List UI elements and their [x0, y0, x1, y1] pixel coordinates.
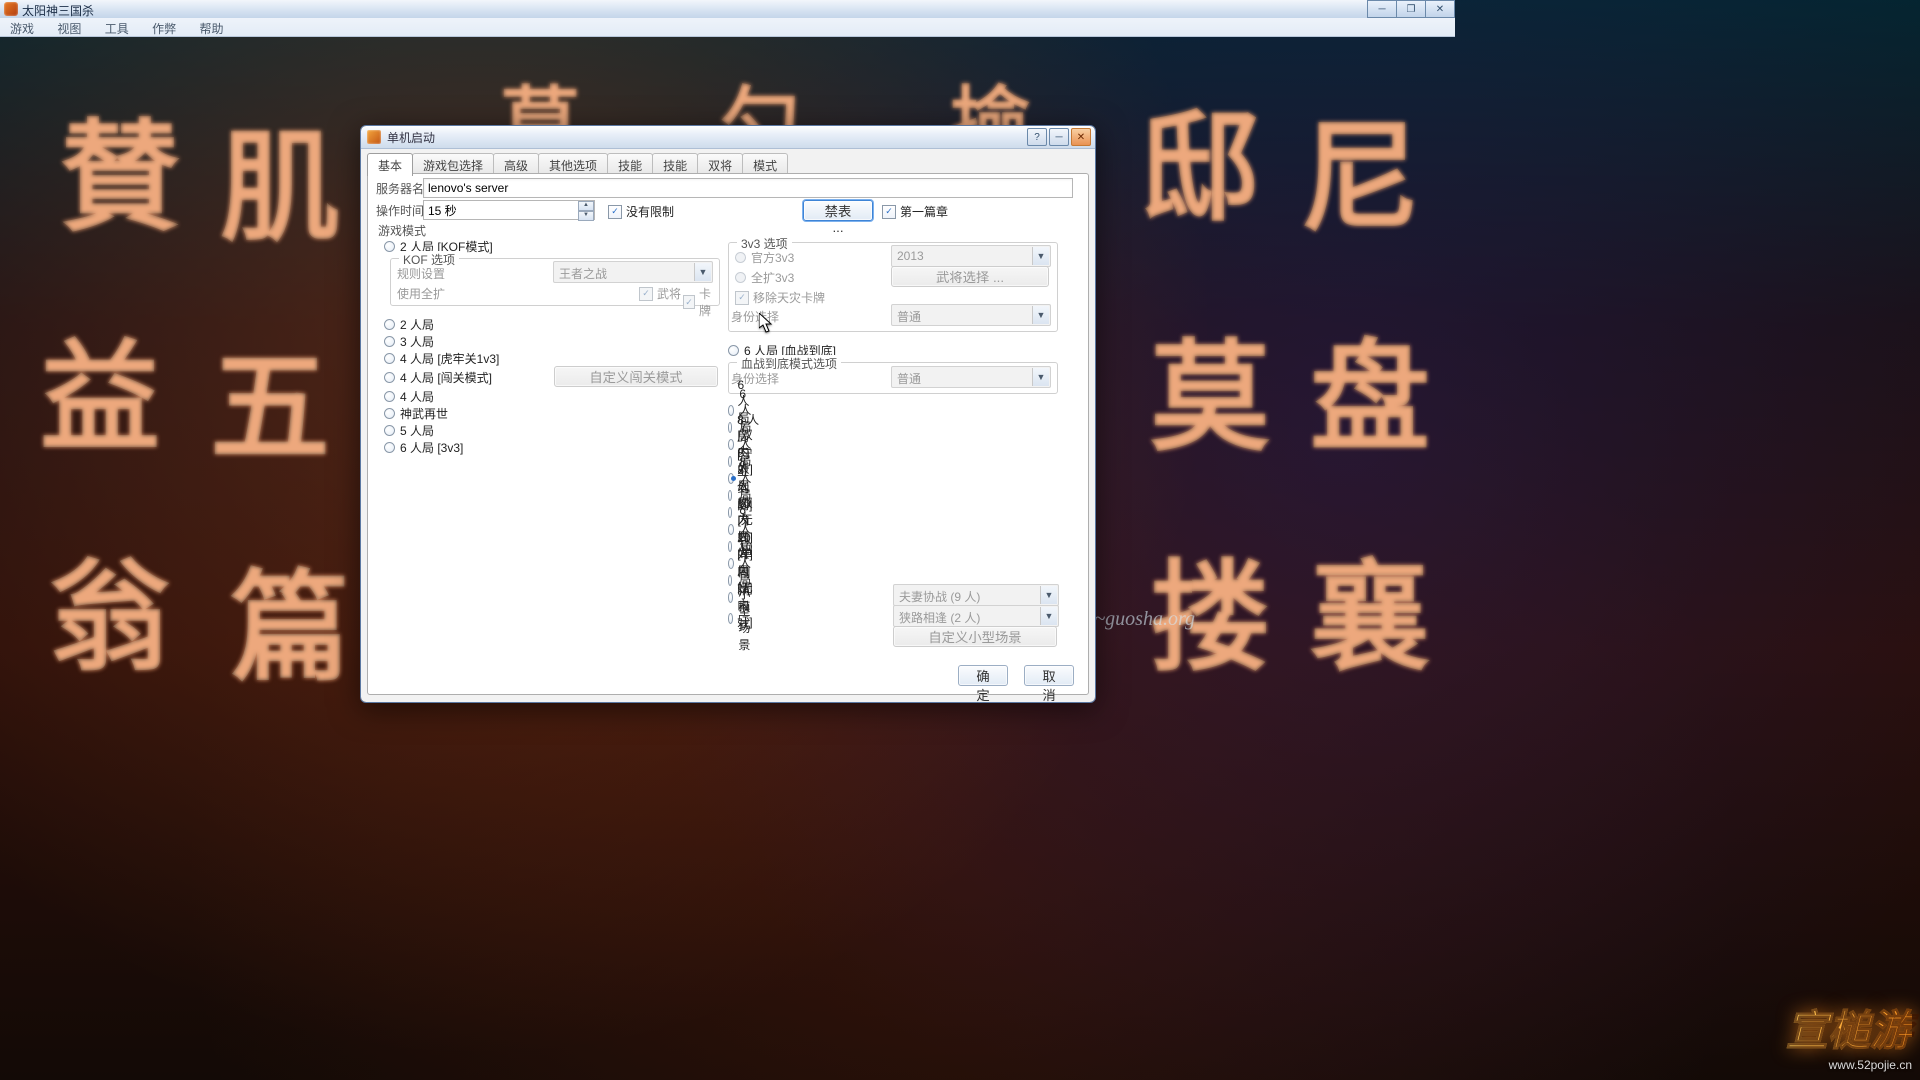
- close-icon: ✕: [1077, 132, 1085, 143]
- dialog-icon: [367, 130, 381, 144]
- menu-help[interactable]: 帮助: [189, 18, 233, 36]
- mode-5p[interactable]: 5 人局: [384, 422, 434, 439]
- drama-select: 夫妻协战 (9 人)▼: [893, 584, 1059, 606]
- mode-4p-hlg[interactable]: 4 人局 [虎牢关1v3]: [384, 350, 499, 367]
- menu-tools[interactable]: 工具: [95, 18, 139, 36]
- tab-skill2[interactable]: 技能: [652, 153, 698, 174]
- server-name-label: 服务器名: [376, 180, 424, 197]
- chevron-down-icon[interactable]: ▼: [578, 211, 594, 221]
- chevron-down-icon: ▼: [1040, 607, 1057, 625]
- app-restore-button[interactable]: ❐: [1397, 0, 1426, 18]
- mode-4p[interactable]: 4 人局: [384, 388, 434, 405]
- mode-6p-3v3[interactable]: 6 人局 [3v3]: [384, 439, 463, 456]
- dialog-tabbar: 基本 游戏包选择 高级 其他选项 技能 技能 双将 模式: [367, 153, 1089, 173]
- background-url-text: ~guosha.org: [1094, 608, 1195, 631]
- dialog-help-button[interactable]: ?: [1027, 128, 1047, 146]
- help-icon: ?: [1034, 132, 1040, 143]
- tab-basic[interactable]: 基本: [367, 153, 413, 176]
- kof-wujiang-checkbox: ✓武将: [639, 285, 681, 302]
- dialog-title: 单机启动: [387, 129, 435, 146]
- chevron-up-icon[interactable]: ▲: [578, 201, 594, 211]
- chevron-down-icon: ▼: [1032, 247, 1049, 265]
- bloodfight-groupbox: 血战到底模式选项 身份选择 普通▼: [728, 362, 1058, 394]
- threev3-role-label: 身份选择: [731, 308, 779, 325]
- ban-list-button[interactable]: 禁表 ...: [803, 200, 873, 221]
- mode-radio-12[interactable]: 小型场景: [728, 610, 756, 627]
- threev3-allext: 全扩3v3: [735, 269, 794, 286]
- no-limit-label: 没有限制: [626, 203, 674, 220]
- app-close-button[interactable]: ✕: [1426, 0, 1455, 18]
- dialog-titlebar[interactable]: 单机启动 ? ─ ✕: [361, 126, 1095, 149]
- minimize-icon: ─: [1378, 4, 1385, 15]
- threev3-role-select: 普通▼: [891, 304, 1051, 326]
- kof-groupbox: KOF 选项 规则设置 王者之战▼ 使用全扩 ✓武将 ✓卡牌: [390, 258, 720, 306]
- kof-rule-value: 王者之战: [554, 262, 712, 282]
- checkmark-icon: ✓: [882, 205, 896, 219]
- threev3-groupbox: 3v3 选项 官方3v3 2013▼ 全扩3v3 武将选择 ... ✓移除天灾卡…: [728, 242, 1058, 332]
- app-titlebar: 太阳神三国杀 ─ ❐ ✕: [0, 0, 1455, 19]
- tab-packs[interactable]: 游戏包选择: [412, 153, 494, 174]
- tab-misc[interactable]: 其他选项: [538, 153, 608, 174]
- dialog-min-button[interactable]: ─: [1049, 128, 1069, 146]
- game-mode-header: 游戏模式: [378, 222, 426, 239]
- server-name-input[interactable]: [423, 178, 1073, 198]
- kof-rule-select: 王者之战▼: [553, 261, 713, 283]
- app-menubar: 游戏 视图 工具 作弊 帮助: [0, 18, 1455, 37]
- mode-4p-stage[interactable]: 4 人局 [闯关模式]: [384, 369, 492, 386]
- menu-game[interactable]: 游戏: [0, 18, 44, 36]
- tab-pair[interactable]: 双将: [697, 153, 743, 174]
- tab-advanced[interactable]: 高级: [493, 153, 539, 174]
- bloodfight-role-select: 普通▼: [891, 366, 1051, 388]
- chapter1-checkbox[interactable]: ✓ 第一篇章: [882, 203, 948, 220]
- dialog-close-button[interactable]: ✕: [1071, 128, 1091, 146]
- single-player-dialog: 单机启动 ? ─ ✕ 基本 游戏包选择 高级 其他选项 技能 技能 双将 模式: [360, 125, 1096, 703]
- app-min-button[interactable]: ─: [1367, 0, 1397, 18]
- kof-rule-label: 规则设置: [397, 265, 445, 282]
- minimize-icon: ─: [1055, 132, 1062, 143]
- menu-cheat[interactable]: 作弊: [142, 18, 186, 36]
- checkmark-icon: ✓: [608, 205, 622, 219]
- mode-3p[interactable]: 3 人局: [384, 333, 434, 350]
- chevron-down-icon: ▼: [694, 263, 711, 281]
- op-time-label: 操作时间: [376, 202, 424, 219]
- menu-view[interactable]: 视图: [47, 18, 91, 36]
- chevron-down-icon: ▼: [1040, 586, 1057, 604]
- chevron-down-icon: ▼: [1032, 306, 1049, 324]
- custom-miniscene-button: 自定义小型场景: [893, 626, 1057, 647]
- kof-useall-label: 使用全扩: [397, 285, 445, 302]
- tab-page-basic: 服务器名 操作时间 ▲ ▼ ✓ 没有限制 禁表: [367, 173, 1089, 695]
- custom-stage-button: 自定义闯关模式: [554, 366, 718, 387]
- op-time-spinbox[interactable]: ▲ ▼: [423, 200, 595, 220]
- miniscene-select: 狭路相逢 (2 人)▼: [893, 605, 1059, 627]
- restore-icon: ❐: [1407, 4, 1416, 15]
- kof-kapai-checkbox: ✓卡牌: [683, 285, 719, 319]
- mode-shenwu[interactable]: 神武再世: [384, 405, 448, 422]
- app-icon: [4, 2, 18, 16]
- remove-tianzai-checkbox: ✓移除天灾卡牌: [735, 289, 825, 306]
- threev3-official: 官方3v3: [735, 249, 794, 266]
- tab-mode[interactable]: 模式: [742, 153, 788, 174]
- general-select-button: 武将选择 ...: [891, 266, 1049, 287]
- threev3-year-select: 2013▼: [891, 245, 1051, 267]
- no-limit-checkbox[interactable]: ✓ 没有限制: [608, 203, 674, 220]
- cancel-button[interactable]: 取消: [1024, 665, 1074, 686]
- chapter1-label: 第一篇章: [900, 203, 948, 220]
- mode-2p[interactable]: 2 人局: [384, 316, 434, 333]
- ok-button[interactable]: 确定: [958, 665, 1008, 686]
- app-title: 太阳神三国杀: [22, 2, 94, 19]
- close-icon: ✕: [1436, 4, 1444, 15]
- op-time-input[interactable]: [423, 200, 595, 220]
- chevron-down-icon: ▼: [1032, 368, 1049, 386]
- tab-skill1[interactable]: 技能: [607, 153, 653, 174]
